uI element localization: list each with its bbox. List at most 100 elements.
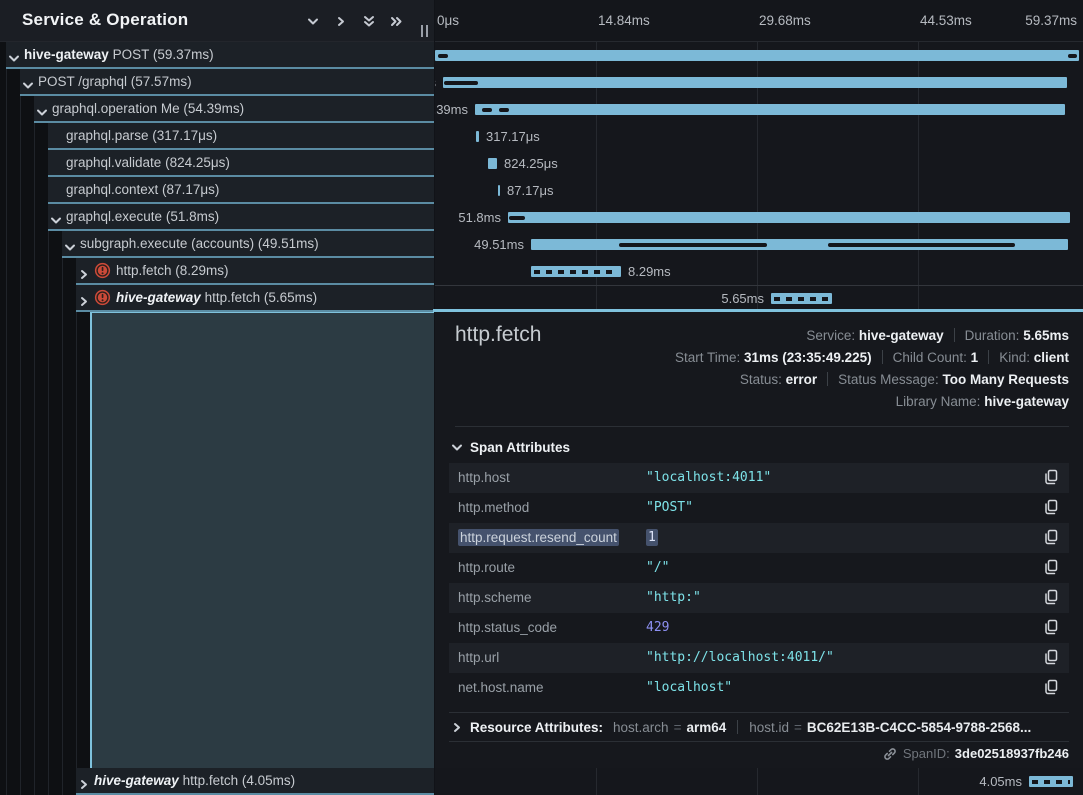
copy-icon[interactable]	[1041, 558, 1061, 578]
meta-label: Status:	[740, 372, 782, 387]
duration-label: 87.17μs	[507, 177, 554, 204]
span-duration-bar[interactable]	[771, 293, 832, 304]
span-duration-bar[interactable]	[531, 266, 621, 277]
timeline-row: 8.29ms	[435, 258, 1083, 285]
meta-label: Kind:	[999, 350, 1030, 365]
meta-label: Status Message:	[838, 372, 939, 387]
tree-indent-guide	[6, 42, 7, 795]
meta-value: 1	[971, 350, 979, 365]
copy-icon[interactable]	[1041, 648, 1061, 668]
span-tree-row[interactable]: hive-gateway POST (59.37ms)	[6, 42, 434, 69]
attribute-key: http.route	[458, 553, 515, 583]
selected-text: 1	[646, 529, 658, 546]
copy-icon[interactable]	[1041, 588, 1061, 608]
error-icon	[94, 289, 111, 312]
span-tree-row[interactable]: graphql.context (87.17μs)	[48, 177, 434, 204]
chevron-right-icon[interactable]	[77, 774, 91, 788]
timeline-row: 4.05ms	[435, 768, 1083, 795]
meta-value: Too Many Requests	[942, 372, 1069, 387]
span-detail-panel: http.fetch Service: hive-gatewayDuration…	[435, 312, 1083, 768]
attribute-key: http.request.resend_count	[458, 523, 619, 553]
panel-resize-handle[interactable]	[419, 25, 431, 39]
copy-icon[interactable]	[1041, 678, 1061, 698]
span-duration-bar[interactable]	[508, 212, 1070, 223]
span-tree-row[interactable]: graphql.parse (317.17μs)	[48, 123, 434, 150]
span-tree-row[interactable]: hive-gateway http.fetch (5.65ms)	[76, 285, 434, 312]
duration-label: 824.25μs	[504, 150, 558, 177]
attribute-row: http.route"/"	[449, 553, 1069, 583]
span-tree-row[interactable]: http.fetch (8.29ms)	[76, 258, 434, 285]
timeline-tick: 0μs	[437, 13, 459, 28]
timeline-row: 824.25μs	[435, 150, 1083, 177]
link-icon[interactable]	[883, 746, 897, 761]
chevron-down-icon[interactable]	[49, 210, 63, 224]
span-duration-bar[interactable]	[475, 104, 1065, 115]
timeline-tick: 59.37ms	[1025, 13, 1077, 28]
attribute-key: http.host	[458, 463, 510, 493]
timeline-row: 51.8ms	[435, 204, 1083, 231]
attribute-row: http.url"http://localhost:4011/"	[449, 643, 1069, 673]
timeline-row: 317.17μs	[435, 123, 1083, 150]
chevron-right-icon[interactable]	[77, 264, 91, 278]
span-attributes-title: Span Attributes	[470, 440, 570, 455]
spanid-label: SpanID:	[903, 746, 950, 761]
meta-value: 31ms (23:35:49.225)	[744, 350, 872, 365]
copy-icon[interactable]	[1041, 468, 1061, 488]
service-name: hive-gateway	[116, 290, 201, 305]
copy-icon[interactable]	[1041, 528, 1061, 548]
span-operation-label: subgraph.execute (accounts) (49.51ms)	[80, 236, 319, 251]
chevron-down-icon[interactable]	[7, 48, 21, 62]
child-span-marker	[1068, 54, 1077, 58]
span-tree-row[interactable]: POST /graphql (57.57ms)	[20, 69, 434, 96]
chevron-down-icon[interactable]	[63, 237, 77, 251]
span-operation-label: http.fetch (8.29ms)	[116, 263, 229, 278]
span-operation-label: graphql.operation Me (54.39ms)	[52, 101, 244, 116]
meta-label: Start Time:	[675, 350, 740, 365]
span-duration-bar[interactable]	[488, 158, 497, 169]
expand-one-icon[interactable]	[330, 11, 352, 31]
span-duration-bar[interactable]	[435, 50, 1079, 61]
attribute-key: http.url	[458, 643, 499, 673]
chevron-down-icon[interactable]	[21, 75, 35, 89]
child-span-marker	[438, 54, 448, 58]
resource-attributes-toggle[interactable]: Resource Attributes:	[450, 720, 603, 735]
meta-divider	[737, 720, 738, 734]
duration-label: 317.17μs	[486, 123, 540, 150]
span-attributes-toggle[interactable]: Span Attributes	[450, 440, 570, 455]
divider	[449, 712, 1069, 713]
timeline-tick: 14.84ms	[598, 13, 650, 28]
span-operation-label: POST /graphql (57.57ms)	[38, 74, 192, 89]
attribute-row: http.method"POST"	[449, 493, 1069, 523]
timeline-rows: 57.57ms54.39ms317.17μs824.25μs87.17μs51.…	[435, 42, 1083, 312]
chevron-down-icon[interactable]	[35, 102, 49, 116]
span-tree-row-retry[interactable]: hive-gateway http.fetch (4.05ms)	[76, 768, 434, 795]
copy-icon[interactable]	[1041, 498, 1061, 518]
meta-label: Service:	[806, 328, 855, 343]
chevron-right-icon[interactable]	[77, 291, 91, 305]
span-tree-row[interactable]: subgraph.execute (accounts) (49.51ms)	[62, 231, 434, 258]
span-duration-bar[interactable]	[476, 131, 479, 142]
span-tree-row[interactable]: graphql.execute (51.8ms)	[48, 204, 434, 231]
span-duration-bar[interactable]	[1029, 776, 1073, 787]
meta-label: Library Name:	[896, 394, 981, 409]
timeline-tick: 44.53ms	[920, 13, 972, 28]
collapse-one-icon[interactable]	[302, 11, 324, 31]
copy-icon[interactable]	[1041, 618, 1061, 638]
attribute-row: http.scheme"http:"	[449, 583, 1069, 613]
span-tree-row[interactable]: graphql.operation Me (54.39ms)	[34, 96, 434, 123]
duration-label: 54.39ms	[435, 96, 468, 123]
span-operation-label: http.fetch (4.05ms)	[183, 773, 296, 788]
span-tree-row[interactable]: graphql.validate (824.25μs)	[48, 150, 434, 177]
collapse-all-icon[interactable]	[358, 11, 380, 31]
attribute-key: http.status_code	[458, 613, 557, 643]
trace-viewer: Service & Operation 0μs14.84ms29.68ms44.…	[0, 0, 1083, 795]
child-span-marker	[509, 216, 525, 220]
resource-value: BC62E13B-C4CC-5854-9788-2568...	[807, 720, 1031, 735]
timeline-bottom-row: 4.05ms	[435, 768, 1083, 795]
span-duration-bar[interactable]	[443, 77, 1067, 88]
attribute-value: "POST"	[646, 493, 693, 523]
span-duration-bar[interactable]	[498, 185, 500, 196]
tree-indent-guide	[20, 42, 21, 795]
expand-all-icon[interactable]	[386, 11, 408, 31]
duration-label: 8.29ms	[628, 258, 671, 285]
